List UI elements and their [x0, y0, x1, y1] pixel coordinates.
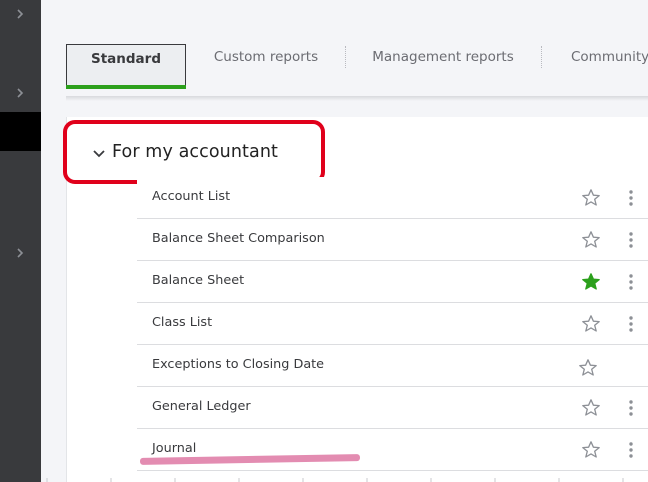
tab-community[interactable]: Community — [554, 44, 648, 86]
chevron-right-icon[interactable] — [14, 87, 26, 99]
more-options-icon[interactable] — [627, 399, 635, 417]
tab-label: Standard — [91, 51, 161, 67]
report-row-account-list[interactable]: Account List — [137, 177, 648, 219]
report-row-journal[interactable]: Journal — [137, 429, 648, 471]
report-link[interactable]: Balance Sheet — [152, 273, 244, 288]
report-link[interactable]: Class List — [152, 315, 212, 330]
group-header-for-my-accountant[interactable]: For my accountant — [63, 120, 325, 184]
nav-active-indicator — [0, 112, 41, 151]
report-link[interactable]: Account List — [152, 189, 230, 204]
tab-custom-reports[interactable]: Custom reports — [196, 44, 336, 86]
tab-divider — [541, 46, 542, 68]
tab-standard[interactable]: Standard — [66, 44, 186, 89]
chevron-right-icon[interactable] — [14, 8, 26, 20]
tab-label: Management reports — [372, 49, 514, 65]
tab-label: Community — [571, 49, 648, 65]
report-link[interactable]: Journal — [152, 441, 196, 456]
report-row-class-list[interactable]: Class List — [137, 303, 648, 345]
tab-label: Custom reports — [213, 49, 319, 65]
active-tab-underline — [66, 85, 186, 89]
star-outline-icon[interactable] — [581, 188, 601, 208]
chevron-down-icon[interactable] — [91, 146, 107, 162]
report-row-exceptions-to-closing-date[interactable]: Exceptions to Closing Date — [137, 345, 648, 387]
left-navigation — [0, 0, 41, 482]
star-filled-icon[interactable] — [581, 272, 601, 292]
more-options-icon[interactable] — [627, 231, 635, 249]
tab-divider — [345, 46, 346, 68]
report-row-balance-sheet[interactable]: Balance Sheet — [137, 261, 648, 303]
group-title: For my accountant — [112, 142, 278, 162]
report-row-general-ledger[interactable]: General Ledger — [137, 387, 648, 429]
more-options-icon[interactable] — [627, 441, 635, 459]
star-outline-icon[interactable] — [581, 398, 601, 418]
star-outline-icon[interactable] — [578, 358, 598, 378]
star-outline-icon[interactable] — [581, 440, 601, 460]
tabs-divider — [66, 96, 648, 101]
star-outline-icon[interactable] — [581, 230, 601, 250]
chevron-right-icon[interactable] — [14, 247, 26, 259]
report-row-balance-sheet-comparison[interactable]: Balance Sheet Comparison — [137, 219, 648, 261]
more-options-icon[interactable] — [627, 273, 635, 291]
more-options-icon[interactable] — [627, 315, 635, 333]
report-link[interactable]: General Ledger — [152, 399, 251, 414]
star-outline-icon[interactable] — [581, 314, 601, 334]
report-link[interactable]: Exceptions to Closing Date — [152, 357, 324, 372]
report-tabs: Standard Custom reports Management repor… — [66, 44, 648, 89]
more-options-icon[interactable] — [627, 189, 635, 207]
bottom-ruler — [46, 478, 624, 482]
report-link[interactable]: Balance Sheet Comparison — [152, 231, 325, 246]
tab-management-reports[interactable]: Management reports — [353, 44, 533, 86]
